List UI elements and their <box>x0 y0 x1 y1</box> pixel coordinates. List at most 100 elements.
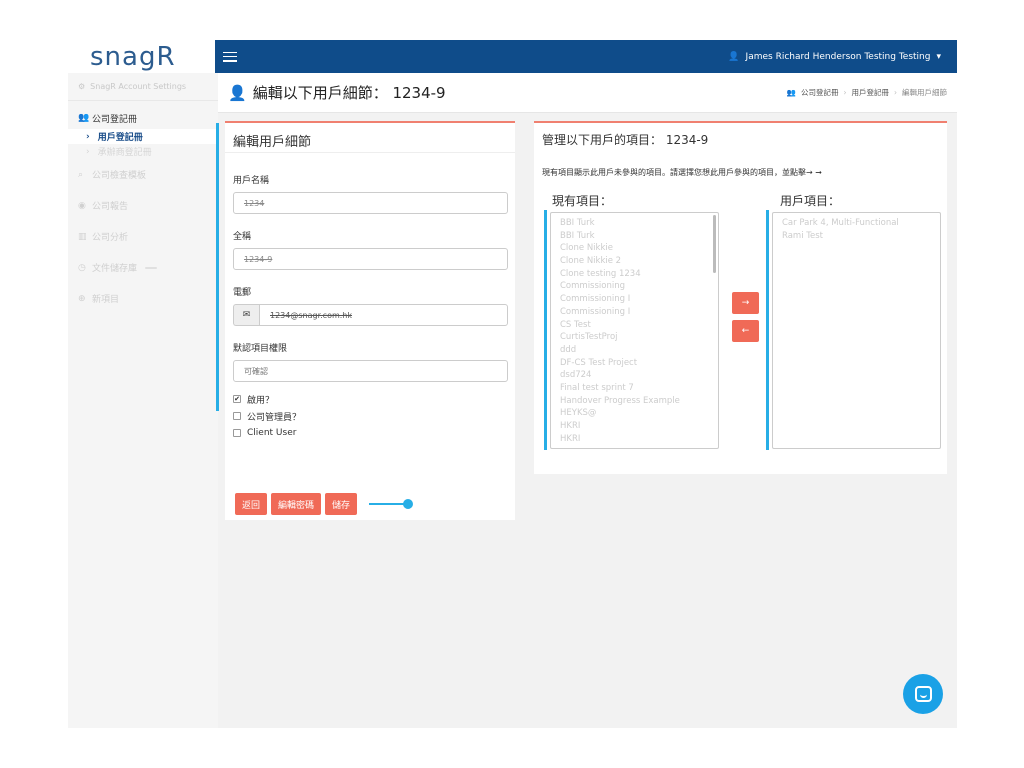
project-option[interactable]: HEYKS@ <box>551 407 718 420</box>
sidebar-item-new-project[interactable]: ⊕ 新項目 <box>68 283 218 314</box>
logo-area: snagR <box>68 40 218 73</box>
add-project-button[interactable]: → <box>732 292 759 314</box>
edit-user-form: 用戶名稱 1234 全稱 1234-9 電郵 ✉ 1234@snagr.com.… <box>225 173 515 438</box>
projects-hint: 現有項目顯示此用戶未參與的項目。請選擇您想此用戶參與的項目，並點擊→ ➞ <box>542 168 822 177</box>
project-option[interactable]: Clone testing 1234 <box>551 268 718 281</box>
project-option[interactable]: dsd724 <box>551 369 718 382</box>
sidebar-subitem-contractor-register[interactable]: › 承辦商登記冊 <box>68 144 218 159</box>
fullname-label: 全稱 <box>233 232 252 242</box>
admin-checkbox[interactable] <box>233 412 241 420</box>
email-label: 電郵 <box>233 288 252 298</box>
chevron-right-icon: › <box>86 131 90 142</box>
panel-title: 編輯用戶細節 <box>225 123 515 153</box>
permission-select[interactable]: 可確認 <box>233 360 508 382</box>
breadcrumb-user-register[interactable]: 用戶登記冊 <box>852 87 890 98</box>
save-button[interactable]: 儲存 <box>325 493 358 515</box>
scrollbar[interactable] <box>713 215 716 273</box>
edit-user-panel: 編輯用戶細節 用戶名稱 1234 全稱 1234-9 電郵 ✉ 1234@sna… <box>216 121 515 520</box>
remove-project-button[interactable]: ← <box>732 320 759 342</box>
sidebar-item-label: 用戶登記冊 <box>97 133 143 143</box>
breadcrumb-separator: › <box>843 88 847 97</box>
sidebar-item-label: 公司登記冊 <box>92 114 138 125</box>
user-name: James Richard Henderson Testing Testing <box>745 51 931 62</box>
chat-launcher-button[interactable] <box>903 674 943 714</box>
sidebar-item-company-analytics[interactable]: ▥ 公司分析 <box>68 221 218 252</box>
project-option[interactable]: Commissioning I <box>551 293 718 306</box>
back-button[interactable]: 返回 <box>235 493 268 515</box>
admin-label: 公司管理員？ <box>247 412 302 423</box>
tutorial-pointer-line <box>369 503 405 505</box>
project-option[interactable]: CurtisTestProj <box>551 331 718 344</box>
snagr-logo[interactable]: snagR <box>90 42 176 72</box>
page-title: 👤 編輯以下用戶細節： 1234-9 <box>228 82 446 103</box>
sidebar-subitem-user-register[interactable]: › 用戶登記冊 <box>68 129 218 144</box>
project-option[interactable]: Commissioning I <box>551 306 718 319</box>
sidebar-item-label: SnagR Account Settings <box>90 82 187 91</box>
project-option[interactable]: Clone Nikkie <box>551 242 718 255</box>
project-option[interactable]: Rami Test <box>773 230 940 243</box>
username-input[interactable]: 1234 <box>233 192 508 214</box>
panel-title: 管理以下用戶的項目： 1234-9 <box>542 133 709 147</box>
menu-toggle-icon[interactable] <box>223 51 237 62</box>
project-option[interactable]: HKRI <box>551 420 718 433</box>
sidebar: snagR ⚙ SnagR Account Settings 👥 公司登記冊 ›… <box>68 40 218 728</box>
available-projects-list[interactable]: BBI Turk BBI Turk Clone Nikkie Clone Nikkie… <box>550 212 719 449</box>
admin-checkbox-row[interactable]: 公司管理員？ <box>233 411 507 423</box>
sidebar-item-inspection-templates[interactable]: ⌕ 公司檢查模板 <box>68 159 218 190</box>
sidebar-item-document-repository[interactable]: ◷ 文件儲存庫 <box>68 252 218 283</box>
project-option[interactable]: BBI Turk <box>551 217 718 230</box>
sidebar-item-label: 公司分析 <box>92 233 129 243</box>
client-user-checkbox[interactable] <box>233 429 241 437</box>
sidebar-item-company-register[interactable]: 👥 公司登記冊 <box>68 107 218 129</box>
globe-icon: ◉ <box>78 200 86 211</box>
breadcrumb-separator: › <box>894 88 897 97</box>
enabled-checkbox-row[interactable]: ✔ 啟用？ <box>233 394 507 406</box>
edit-password-button[interactable]: 編輯密碼 <box>271 493 322 515</box>
project-option[interactable]: Car Park 4, Multi-Functional <box>773 217 940 230</box>
top-navbar: 👤 James Richard Henderson Testing Testin… <box>215 40 957 73</box>
user-menu[interactable]: 👤 James Richard Henderson Testing Testin… <box>728 52 941 62</box>
form-actions: 返回 編輯密碼 儲存 <box>235 493 358 515</box>
project-option[interactable]: DF-CS Test Project <box>551 357 718 370</box>
assigned-projects-list[interactable]: Car Park 4, Multi-Functional Rami Test <box>772 212 941 449</box>
sidebar-account-settings[interactable]: ⚙ SnagR Account Settings <box>68 73 218 101</box>
sidebar-item-company-reports[interactable]: ◉ 公司報告 <box>68 190 218 221</box>
tutorial-pointer-dot <box>403 499 413 509</box>
email-input[interactable]: 1234@snagr.com.hk <box>259 304 508 326</box>
sidebar-item-label: 公司報告 <box>92 202 129 212</box>
new-badge <box>145 266 158 269</box>
sidebar-item-label: 文件儲存庫 <box>92 264 138 274</box>
caret-down-icon: ▾ <box>936 51 941 62</box>
panel-accent <box>216 123 219 411</box>
project-option[interactable]: Commissioning <box>551 280 718 293</box>
page-header: 👤 編輯以下用戶細節： 1234-9 👥 公司登記冊 › 用戶登記冊 › 編輯用… <box>218 73 957 113</box>
app-frame: snagR ⚙ SnagR Account Settings 👥 公司登記冊 ›… <box>68 40 957 728</box>
fullname-input[interactable]: 1234-9 <box>233 248 508 270</box>
project-option[interactable]: HKRI <box>551 433 718 446</box>
project-option[interactable]: BBI Turk <box>551 230 718 243</box>
chevron-right-icon: › <box>86 146 90 157</box>
search-icon: ⌕ <box>78 169 84 180</box>
project-option[interactable]: Handover Progress Example <box>551 395 718 408</box>
user-icon: 👤 <box>728 51 740 62</box>
project-option[interactable]: CS Test <box>551 319 718 332</box>
enabled-checkbox[interactable]: ✔ <box>233 395 241 403</box>
manage-projects-panel: 管理以下用戶的項目： 1234-9 現有項目顯示此用戶未參與的項目。請選擇您想此… <box>534 121 947 474</box>
breadcrumb-company-register[interactable]: 公司登記冊 <box>801 87 839 98</box>
permission-label: 默認項目權限 <box>233 344 288 354</box>
user-icon: 👤 <box>228 83 247 102</box>
available-projects-title: 現有項目： <box>552 194 613 208</box>
users-icon: 👥 <box>78 113 90 123</box>
breadcrumb: 👥 公司登記冊 › 用戶登記冊 › 編輯用戶細節 <box>787 87 947 98</box>
project-option[interactable]: Final test sprint 7 <box>551 382 718 395</box>
page-title-text: 編輯以下用戶細節： 1234-9 <box>252 84 446 102</box>
project-option[interactable]: ddd <box>551 344 718 357</box>
chat-icon <box>914 686 932 702</box>
project-option[interactable]: Clone Nikkie 2 <box>551 255 718 268</box>
bar-chart-icon: ▥ <box>78 231 87 242</box>
client-user-checkbox-row[interactable]: Client User <box>233 428 507 438</box>
envelope-icon: ✉ <box>233 304 259 326</box>
assigned-list-accent <box>766 210 769 450</box>
clock-icon: ◷ <box>78 262 86 273</box>
available-list-accent <box>544 210 547 450</box>
